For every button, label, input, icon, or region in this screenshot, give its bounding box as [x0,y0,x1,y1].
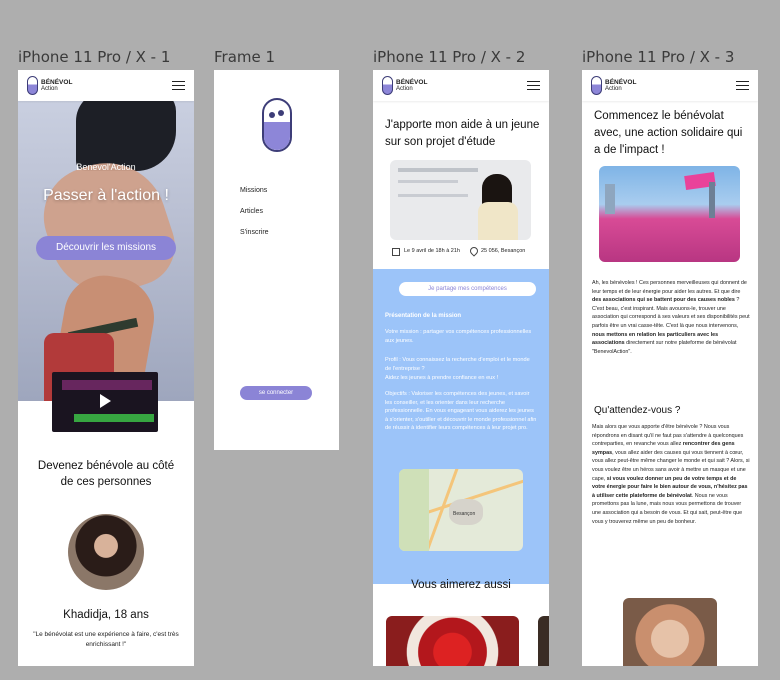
video-thumbnail[interactable] [52,372,158,432]
logo[interactable]: BÉNÉVOL Action [382,76,427,95]
mission-text: Votre mission : partager vos compétences… [385,329,532,344]
article-paragraph-1: Ah, les bénévoles ! Ces personnes mervei… [592,280,750,355]
hamburger-menu-icon[interactable] [172,80,185,91]
login-button[interactable]: se connecter [240,386,312,400]
frame-label-4: iPhone 11 Pro / X - 3 [582,48,735,66]
logo-sub: Action [41,85,58,92]
frame-label-2: Frame 1 [214,48,276,66]
logo-icon [382,76,393,95]
logo[interactable]: BÉNÉVOL Action [27,76,72,95]
map[interactable]: Besançon [399,469,523,551]
hamburger-menu-icon[interactable] [527,80,540,91]
testimonial-quote: "Le bénévolat est une expérience à faire… [33,631,179,648]
frame-label-1: iPhone 11 Pro / X - 1 [18,48,171,66]
objective-text: Objectifs : Valoriser les compétences de… [385,391,537,431]
menu-item-articles[interactable]: Articles [240,208,263,215]
logo-sub: Action [605,85,622,92]
mission-photo [390,160,531,240]
hamburger-menu-icon[interactable] [736,80,749,91]
frame-article: BÉNÉVOL Action Commencez le bénévolat ave… [582,70,758,666]
calendar-icon [392,248,400,256]
related-mission-card[interactable] [386,616,519,666]
logo-name: BÉNÉVOL [605,78,637,86]
hero-brand: Benevol'Action [76,162,136,172]
map-label: Besançon [453,511,476,517]
mission-heading: Présentation de la mission [385,313,462,319]
article-title: Commencez le bénévolat avec, une action … [594,110,743,156]
play-icon[interactable] [100,394,111,408]
logo-name: BÉNÉVOL [41,78,73,86]
article-paragraph-2: Mais alors que vous apporte d'être bénév… [592,424,750,525]
logo-name: BÉNÉVOL [396,78,428,86]
hands-photo [623,598,717,666]
profile-text: Profil : Vous connaissez la recherche d'… [385,357,530,372]
frame-menu: Missions Articles S'inscrire se connecte… [214,70,339,450]
menu-item-missions[interactable]: Missions [240,187,267,194]
location-pin-icon [468,245,480,257]
frame-home: BÉNÉVOL Action Benevol'Action Passer à l'… [18,70,194,666]
hero-title: Passer à l'action ! [43,187,169,204]
help-text: Aidez les jeunes à prendre confiance en … [385,375,499,381]
menu-item-signup[interactable]: S'inscrire [240,229,269,236]
logo-icon [27,76,38,95]
section-title: Devenez bénévole au côté de ces personne… [37,460,175,488]
logo-large-icon[interactable] [262,98,292,152]
logo-sub: Action [396,85,413,92]
article-subheading: Qu'attendez-vous ? [594,405,681,416]
header: BÉNÉVOL Action [373,70,549,101]
mission-location: 25 056, Besançon [481,248,526,254]
logo[interactable]: BÉNÉVOL Action [591,76,636,95]
share-skills-button[interactable]: Je partage mes compétences [399,282,536,296]
discover-missions-button[interactable]: Découvrir les missions [36,236,176,260]
person-name: Khadidja, 18 ans [63,609,149,621]
mission-title: J'apporte mon aide à un jeune sur son pr… [385,119,540,148]
frame-label-3: iPhone 11 Pro / X - 2 [373,48,526,66]
also-like-title: Vous aimerez aussi [411,579,511,591]
mission-date: Le 9 avril de 18h à 21h [404,248,460,254]
header: BÉNÉVOL Action [582,70,758,101]
article-photo [599,166,740,262]
header: BÉNÉVOL Action [18,70,194,101]
logo-icon [591,76,602,95]
avatar [68,514,144,590]
related-mission-card-next[interactable] [538,616,549,666]
frame-mission: BÉNÉVOL Action J'apporte mon aide à un je… [373,70,549,666]
